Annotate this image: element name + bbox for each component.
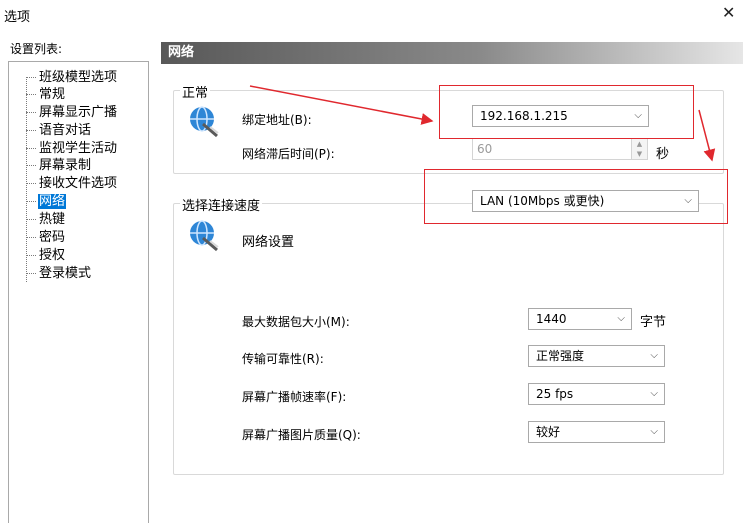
annotation-arrows: [249, 85, 716, 162]
